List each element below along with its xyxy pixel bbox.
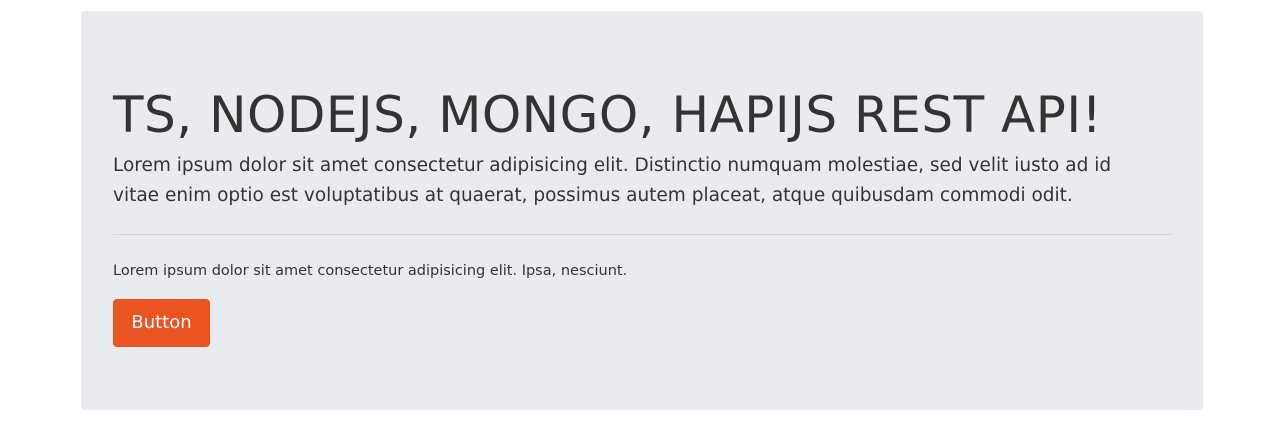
- jumbotron: TS, NODEJS, MONGO, HAPIJS REST API! Lore…: [81, 11, 1203, 410]
- lead-paragraph: Lorem ipsum dolor sit amet consectetur a…: [113, 155, 1112, 206]
- divider: [113, 234, 1171, 235]
- page-title: TS, NODEJS, MONGO, HAPIJS REST API!: [113, 86, 1103, 144]
- secondary-text: Lorem ipsum dolor sit amet consectetur a…: [113, 263, 628, 279]
- primary-button[interactable]: Button: [113, 299, 210, 347]
